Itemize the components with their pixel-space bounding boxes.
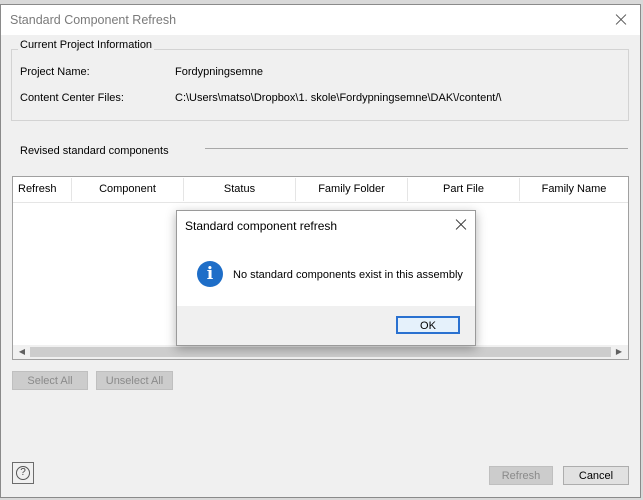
content-center-value: C:\Users\matso\Dropbox\1. skole\Fordypni…: [175, 92, 502, 104]
column-header-family-folder[interactable]: Family Folder: [296, 177, 407, 202]
column-header-refresh[interactable]: Refresh: [13, 177, 76, 202]
revised-components-label: Revised standard components: [20, 145, 169, 157]
message-text: No standard components exist in this ass…: [233, 269, 463, 281]
scroll-right-icon[interactable]: ▶: [612, 345, 626, 359]
message-footer: OK: [177, 306, 475, 345]
refresh-button[interactable]: Refresh: [489, 466, 553, 485]
section-divider: [205, 148, 628, 149]
info-icon: i: [197, 261, 223, 287]
message-dialog-title: Standard component refresh: [185, 219, 338, 233]
scroll-left-icon[interactable]: ◀: [15, 345, 29, 359]
message-dialog: Standard component refresh i No standard…: [176, 210, 476, 346]
cancel-button[interactable]: Cancel: [563, 466, 629, 485]
project-name-value: Fordypningsemne: [175, 66, 264, 78]
select-all-button[interactable]: Select All: [12, 371, 88, 390]
window-close-icon[interactable]: [610, 9, 632, 31]
scrollbar-thumb[interactable]: [30, 347, 611, 357]
help-icon: ?: [16, 466, 30, 480]
ok-button[interactable]: OK: [396, 316, 460, 334]
title-bar: Standard Component Refresh: [1, 5, 640, 35]
column-header-family-name[interactable]: Family Name: [520, 177, 628, 202]
content-center-label: Content Center Files:: [20, 92, 124, 104]
project-info-group: [11, 49, 629, 121]
project-name-label: Project Name:: [20, 66, 90, 78]
message-close-icon[interactable]: [453, 217, 469, 233]
help-button[interactable]: ?: [12, 462, 34, 484]
horizontal-scrollbar[interactable]: ◀ ▶: [13, 345, 628, 359]
column-header-status[interactable]: Status: [184, 177, 295, 202]
table-header: Refresh Component Status Family Folder P…: [13, 177, 628, 203]
project-info-legend: Current Project Information: [18, 39, 155, 51]
column-header-part-file[interactable]: Part File: [408, 177, 519, 202]
column-header-component[interactable]: Component: [72, 177, 183, 202]
unselect-all-button[interactable]: Unselect All: [96, 371, 173, 390]
window-title: Standard Component Refresh: [10, 13, 177, 27]
